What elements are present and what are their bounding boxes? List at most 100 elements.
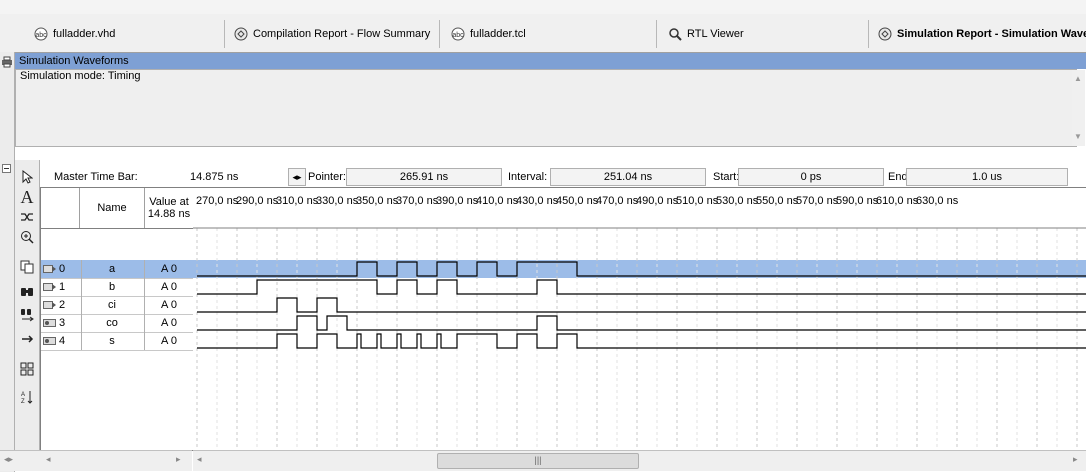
waveform-s[interactable] xyxy=(197,333,1086,349)
time-tick-label: 350,0 ns xyxy=(356,195,399,207)
time-tick-label: 290,0 ns xyxy=(236,195,279,207)
copy-icon[interactable] xyxy=(17,256,37,278)
sort-icon[interactable]: AZ xyxy=(17,386,37,408)
scroll-left-icon[interactable]: ◂ xyxy=(46,454,51,465)
time-tick-label: 370,0 ns xyxy=(396,195,439,207)
output-pin-icon xyxy=(43,336,57,346)
tab-simulation-report[interactable]: Simulation Report - Simulation Wave... xyxy=(872,20,1086,48)
tcl-file-icon: abc xyxy=(451,27,465,41)
report-tree-strip xyxy=(0,52,15,472)
zoom-tool-icon[interactable] xyxy=(17,226,37,248)
tab-label: fulladder.vhd xyxy=(53,28,116,40)
collapse-icon[interactable] xyxy=(2,164,12,177)
svg-text:A: A xyxy=(21,392,25,398)
signal-index-cell: 0 xyxy=(41,260,82,278)
printer-icon[interactable] xyxy=(1,56,13,71)
svg-text:abc: abc xyxy=(452,32,464,39)
pointer-label: Pointer: xyxy=(308,171,346,183)
signal-index: 4 xyxy=(59,335,66,347)
time-tick-label: 450,0 ns xyxy=(556,195,599,207)
waveform-scrollbar[interactable]: ◂ ▸ xyxy=(193,450,1086,471)
waveform-toolbar: A AZ xyxy=(15,160,40,450)
signal-name: s xyxy=(80,332,145,350)
index-column-header xyxy=(41,188,80,228)
start-field[interactable]: 0 ps xyxy=(738,168,884,186)
signal-value: A 0 xyxy=(161,263,177,275)
signal-row[interactable]: 1 b A 0 xyxy=(41,278,193,297)
value-column-header[interactable]: Value at 14.88 ns xyxy=(145,188,193,228)
time-bar-row: Master Time Bar: 14.875 ns ◂▸ Pointer: 2… xyxy=(40,168,1086,188)
scroll-left-icon[interactable]: ◂ xyxy=(197,454,202,465)
time-tick-label: 510,0 ns xyxy=(676,195,719,207)
scroll-up-icon[interactable]: ▲ xyxy=(1074,74,1082,83)
selection-tool-icon[interactable] xyxy=(17,166,37,188)
signal-name-grid: Name Value at 14.88 ns 0 a A 0 1bA 0 2 ci A 03… xyxy=(40,187,194,451)
scroll-left-icon[interactable]: ◂▸ xyxy=(4,454,13,465)
time-tick-label: 390,0 ns xyxy=(436,195,479,207)
pointer-field: 265.91 ns xyxy=(346,168,502,186)
group-icon[interactable] xyxy=(17,358,37,380)
waveform-co[interactable] xyxy=(197,315,1086,331)
time-tick-label: 630,0 ns xyxy=(916,195,959,207)
time-tick-label: 470,0 ns xyxy=(596,195,639,207)
signal-name: a xyxy=(80,260,145,278)
find-next-icon[interactable] xyxy=(17,304,37,326)
grid-header: Name Value at 14.88 ns xyxy=(41,188,193,229)
tab-rtl-viewer[interactable]: RTL Viewer xyxy=(662,20,869,48)
waveform-b[interactable] xyxy=(197,279,1086,295)
master-time-bar-label: Master Time Bar: xyxy=(54,171,138,183)
time-tick-label: 490,0 ns xyxy=(636,195,679,207)
waveform-ci[interactable] xyxy=(197,297,1086,313)
interval-value: 251.04 ns xyxy=(603,171,653,183)
tab-label: Simulation Report - Simulation Wave... xyxy=(897,28,1086,40)
time-bar-nav-arrows[interactable]: ◂▸ xyxy=(288,168,306,186)
top-ruler-strip xyxy=(0,0,1086,15)
master-time-bar-value[interactable]: 14.875 ns xyxy=(190,171,238,183)
signal-row[interactable]: 0 a A 0 xyxy=(41,260,193,279)
signal-index: 0 xyxy=(59,263,66,275)
waveform-display[interactable]: 270,0 ns 290,0 ns 310,0 ns 330,0 ns 350,0 ns… xyxy=(193,187,1086,451)
signal-row[interactable]: 4 s A 0 xyxy=(41,332,193,351)
signal-index-cell: 1 xyxy=(41,278,82,296)
waveform-scroll-thumb[interactable]: ||| xyxy=(437,453,639,469)
name-grid-scrollbar[interactable]: ◂▸ ◂ ▸ xyxy=(0,450,192,471)
signal-value: A 0 xyxy=(161,335,177,347)
selected-row-highlight xyxy=(193,260,1086,278)
svg-text:Z: Z xyxy=(21,399,25,404)
tab-fulladder-tcl[interactable]: abc fulladder.tcl xyxy=(445,20,657,48)
scroll-right-icon[interactable]: ▸ xyxy=(176,454,181,465)
waveform-canvas[interactable]: 270,0 ns290,0 ns310,0 ns330,0 ns350,0 ns… xyxy=(193,188,1086,450)
tab-fulladder-vhd[interactable]: abc fulladder.vhd xyxy=(28,20,225,48)
panel-scrollbar[interactable]: ▲ ▼ xyxy=(1072,70,1085,146)
tab-label: fulladder.tcl xyxy=(470,28,526,40)
signal-index-cell: 2 xyxy=(41,296,82,314)
arrow-right-icon[interactable] xyxy=(17,328,37,350)
report-icon xyxy=(878,27,892,41)
name-column-header[interactable]: Name xyxy=(80,188,145,228)
interval-field: 251.04 ns xyxy=(550,168,706,186)
time-tick-label: 530,0 ns xyxy=(716,195,759,207)
signal-value: A 0 xyxy=(161,299,177,311)
scroll-right-icon[interactable]: ▸ xyxy=(1073,454,1078,465)
signal-index-cell: 3 xyxy=(41,314,82,332)
end-field[interactable]: 1.0 us xyxy=(906,168,1068,186)
pointer-value: 265.91 ns xyxy=(399,171,449,183)
report-icon xyxy=(234,27,248,41)
text-tool-icon[interactable]: A xyxy=(17,186,37,208)
svg-text:abc: abc xyxy=(35,32,47,39)
end-value: 1.0 us xyxy=(972,171,1002,183)
value-header-line2: 14.88 ns xyxy=(147,208,191,220)
tab-label: Compilation Report - Flow Summary xyxy=(253,28,431,40)
signal-row[interactable]: 3 co A 0 xyxy=(41,314,193,333)
time-tick-label: 410,0 ns xyxy=(476,195,519,207)
signal-index: 1 xyxy=(59,281,66,293)
output-pin-icon xyxy=(43,318,57,328)
find-icon[interactable] xyxy=(17,280,37,302)
signal-row[interactable]: 2 ci A 0 xyxy=(41,296,193,315)
start-value: 0 ps xyxy=(800,171,822,183)
input-pin-icon xyxy=(43,264,57,274)
scroll-down-icon[interactable]: ▼ xyxy=(1074,132,1082,141)
waveform-editing-icon[interactable] xyxy=(17,206,37,228)
tab-compilation-report[interactable]: Compilation Report - Flow Summary xyxy=(228,20,440,48)
input-pin-icon xyxy=(43,300,57,310)
